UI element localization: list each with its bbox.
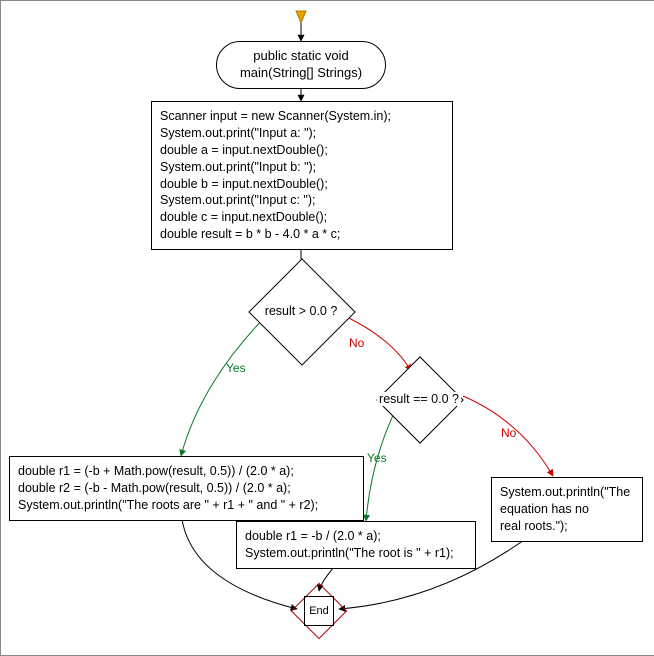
decision2-no-label: No — [501, 426, 516, 440]
tworoots-process: double r1 = (-b + Math.pow(result, 0.5))… — [9, 456, 364, 521]
noroots-process: System.out.println("The equation has no … — [491, 477, 643, 542]
init-process: Scanner input = new Scanner(System.in); … — [151, 101, 453, 250]
end-terminator: End — [299, 591, 337, 629]
init-code: Scanner input = new Scanner(System.in); … — [160, 109, 391, 241]
tworoots-code: double r1 = (-b + Math.pow(result, 0.5))… — [18, 464, 318, 512]
decision1-no-label: No — [349, 336, 364, 350]
decision2-yes-label: Yes — [367, 451, 387, 465]
noroots-code: System.out.println("The equation has no … — [500, 485, 630, 533]
oneroot-process: double r1 = -b / (2.0 * a); System.out.p… — [236, 521, 476, 569]
end-label: End — [304, 596, 334, 626]
decision1-yes-label: Yes — [226, 361, 246, 375]
flowchart-container: public static void main(String[] Strings… — [0, 0, 654, 656]
start-terminator: public static void main(String[] Strings… — [216, 41, 386, 89]
decision1-label: result > 0.0 ? — [263, 304, 340, 318]
decision2-label: result == 0.0 ? — [377, 392, 461, 406]
start-label: public static void main(String[] Strings… — [240, 48, 362, 80]
decision-result-gt-zero: result > 0.0 ? — [264, 274, 338, 348]
decision-result-eq-zero: result == 0.0 ? — [389, 369, 449, 429]
oneroot-code: double r1 = -b / (2.0 * a); System.out.p… — [245, 529, 454, 560]
